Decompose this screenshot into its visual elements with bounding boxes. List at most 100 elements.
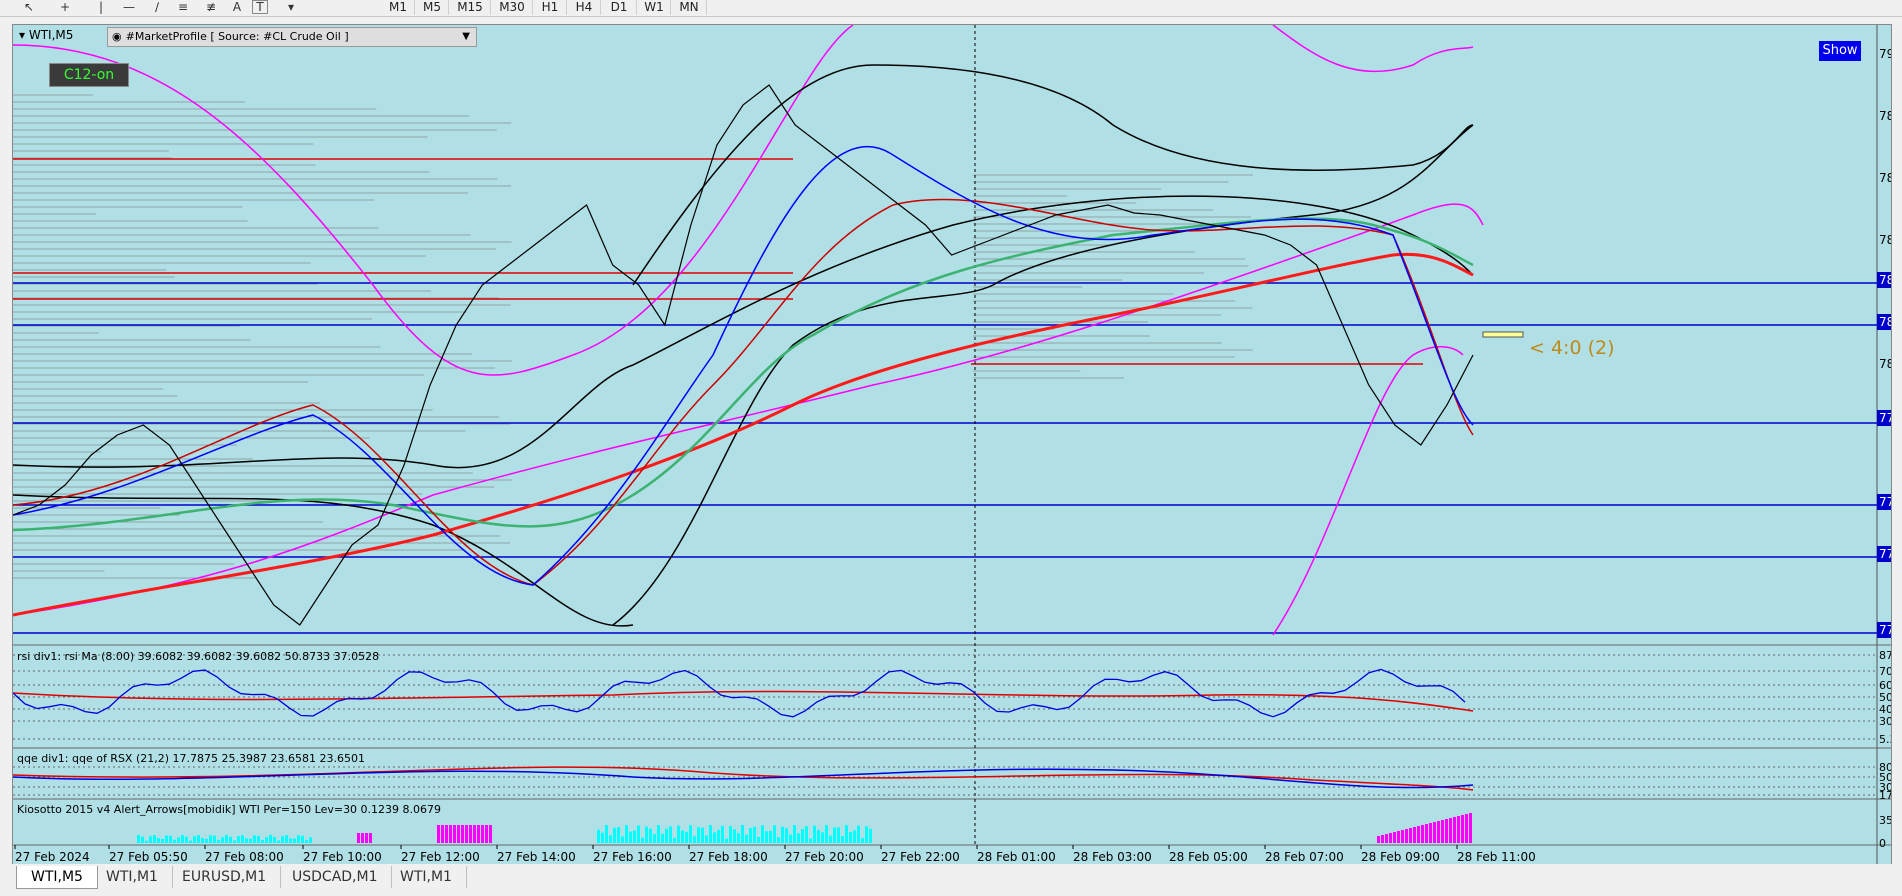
kiosotto-bar <box>637 825 640 843</box>
kiosotto-bar <box>721 825 724 843</box>
qqe-panel-title: qqe div1: qqe of RSX (21,2) 17.7875 25.3… <box>17 752 365 765</box>
kiosotto-bar <box>225 835 228 843</box>
market-profile-dropdown[interactable]: ◉ #MarketProfile [ Source: #CL Crude Oil … <box>107 27 477 47</box>
kiosotto-bar <box>1453 817 1456 843</box>
kiosotto-bar <box>809 838 812 843</box>
kiosotto-bar <box>1389 833 1392 843</box>
kiosotto-bar <box>673 837 676 843</box>
kiosotto-bar <box>681 830 684 843</box>
kiosotto-bar <box>785 828 788 843</box>
kiosotto-bar <box>165 835 168 843</box>
time-axis-label: 27 Feb 2024 <box>15 850 90 864</box>
kiosotto-bar <box>289 838 292 843</box>
kiosotto-bar <box>441 825 444 843</box>
kiosotto-bar <box>693 836 696 843</box>
kiosotto-bar <box>861 838 864 843</box>
text-label-icon[interactable]: T <box>252 0 268 14</box>
crosshair-icon[interactable]: + <box>54 0 76 15</box>
time-axis-label: 28 Feb 07:00 <box>1265 850 1344 864</box>
horizontal-line-icon[interactable]: — <box>118 0 140 15</box>
kiosotto-bar <box>817 829 820 843</box>
kiosotto-bar <box>481 825 484 843</box>
kiosotto-bar <box>1429 823 1432 843</box>
collapse-arrow-icon[interactable]: ▾ <box>19 28 25 42</box>
price-label: 78. <box>1879 357 1891 371</box>
timeframe-m1[interactable]: M1 <box>382 0 415 15</box>
timeframe-h1[interactable]: H1 <box>534 0 567 15</box>
channel-icon[interactable]: ≢ <box>200 0 222 15</box>
tab-chart-3[interactable]: EURUSD,M1 <box>168 866 282 888</box>
kiosotto-bar <box>645 826 648 843</box>
kiosotto-bar <box>869 828 872 843</box>
timeframe-h4[interactable]: H4 <box>568 0 601 15</box>
tab-chart-5[interactable]: WTI,M1 <box>386 866 467 888</box>
kiosotto-bar <box>733 829 736 843</box>
kiosotto-bar <box>865 826 868 843</box>
kiosotto-bar <box>613 827 616 843</box>
kiosotto-bar <box>357 833 360 843</box>
kiosotto-bar <box>765 831 768 843</box>
time-axis-label: 28 Feb 09:00 <box>1361 850 1440 864</box>
shapes-icon[interactable]: ▾ <box>280 0 302 15</box>
kiosotto-bar <box>1469 813 1472 843</box>
kiosotto-bar <box>193 836 196 843</box>
kiosotto-bar <box>833 827 836 843</box>
tab-chart-4[interactable]: USDCAD,M1 <box>278 866 393 888</box>
kiosotto-bar <box>445 825 448 843</box>
qqe-level-label: 17 <box>1879 789 1891 802</box>
kiosotto-bar <box>157 838 160 843</box>
chart-symbol-label[interactable]: ▾ WTI,M5 <box>19 28 73 42</box>
kiosotto-bar <box>1409 828 1412 843</box>
time-axis-label: 27 Feb 14:00 <box>497 850 576 864</box>
kiosotto-bar <box>1433 822 1436 843</box>
kiosotto-bar <box>657 825 660 843</box>
kiosotto-bar <box>297 835 300 843</box>
kiosotto-bar <box>1397 831 1400 843</box>
cursor-icon[interactable]: ↖ <box>18 0 40 15</box>
kiosotto-bar <box>781 826 784 843</box>
trendline-icon[interactable]: ∕ <box>146 0 168 15</box>
lower-band-curve <box>1272 346 1464 636</box>
kiosotto-bar <box>181 835 184 843</box>
tab-chart-1[interactable]: WTI,M5 <box>16 866 98 889</box>
timeframe-mn[interactable]: MN <box>672 0 707 15</box>
kiosotto-bar <box>821 832 824 843</box>
tab-chart-2[interactable]: WTI,M1 <box>92 866 173 888</box>
kiosotto-bar <box>301 835 304 843</box>
kiosotto-bar <box>161 838 164 843</box>
kiosotto-bar <box>453 825 456 843</box>
profile-dropdown-value: #MarketProfile [ Source: #CL Crude Oil ] <box>125 30 349 43</box>
kiosotto-bar <box>169 835 172 843</box>
vertical-line-icon[interactable]: | <box>90 0 112 15</box>
kiosotto-bar <box>465 825 468 843</box>
kiosotto-bar <box>857 825 860 843</box>
kiosotto-bar <box>601 832 604 843</box>
text-icon[interactable]: A <box>226 0 248 15</box>
rsi-level-label: 30 <box>1879 715 1891 728</box>
timeframe-m30[interactable]: M30 <box>492 0 533 15</box>
kiosotto-bar <box>261 839 264 843</box>
kiosotto-bar <box>1385 834 1388 843</box>
timeframe-m5[interactable]: M5 <box>416 0 449 15</box>
kiosotto-bar <box>841 836 844 843</box>
kiosotto-bar <box>489 825 492 843</box>
rsi-level-label: 70 <box>1879 665 1891 678</box>
kiosotto-bar <box>789 834 792 843</box>
kiosotto-bar <box>653 834 656 843</box>
chart-window[interactable]: 79. 78. 78. 78. 78. 78. 78. 77. 77. 77. 77. 27 Feb … <box>12 24 1892 866</box>
time-axis-label: 28 Feb 11:00 <box>1457 850 1536 864</box>
show-button[interactable]: Show <box>1819 41 1861 61</box>
timeframe-m15[interactable]: M15 <box>450 0 491 15</box>
timeframe-w1[interactable]: W1 <box>638 0 671 15</box>
kiosotto-bar <box>709 825 712 843</box>
timeframe-d1[interactable]: D1 <box>602 0 637 15</box>
c12-toggle-button[interactable]: C12-on <box>49 63 129 87</box>
kiosotto-bar <box>293 838 296 843</box>
price-chart[interactable]: 79. 78. 78. 78. 78. 78. 78. 77. 77. 77. 77. 27 Feb … <box>13 25 1891 865</box>
kiosotto-bar <box>361 833 364 843</box>
kiosotto-bar <box>1417 826 1420 843</box>
kiosotto-bar <box>825 825 828 843</box>
kiosotto-bar <box>253 835 256 843</box>
kiosotto-bar <box>837 827 840 843</box>
fibonacci-icon[interactable]: ≡ <box>172 0 194 15</box>
